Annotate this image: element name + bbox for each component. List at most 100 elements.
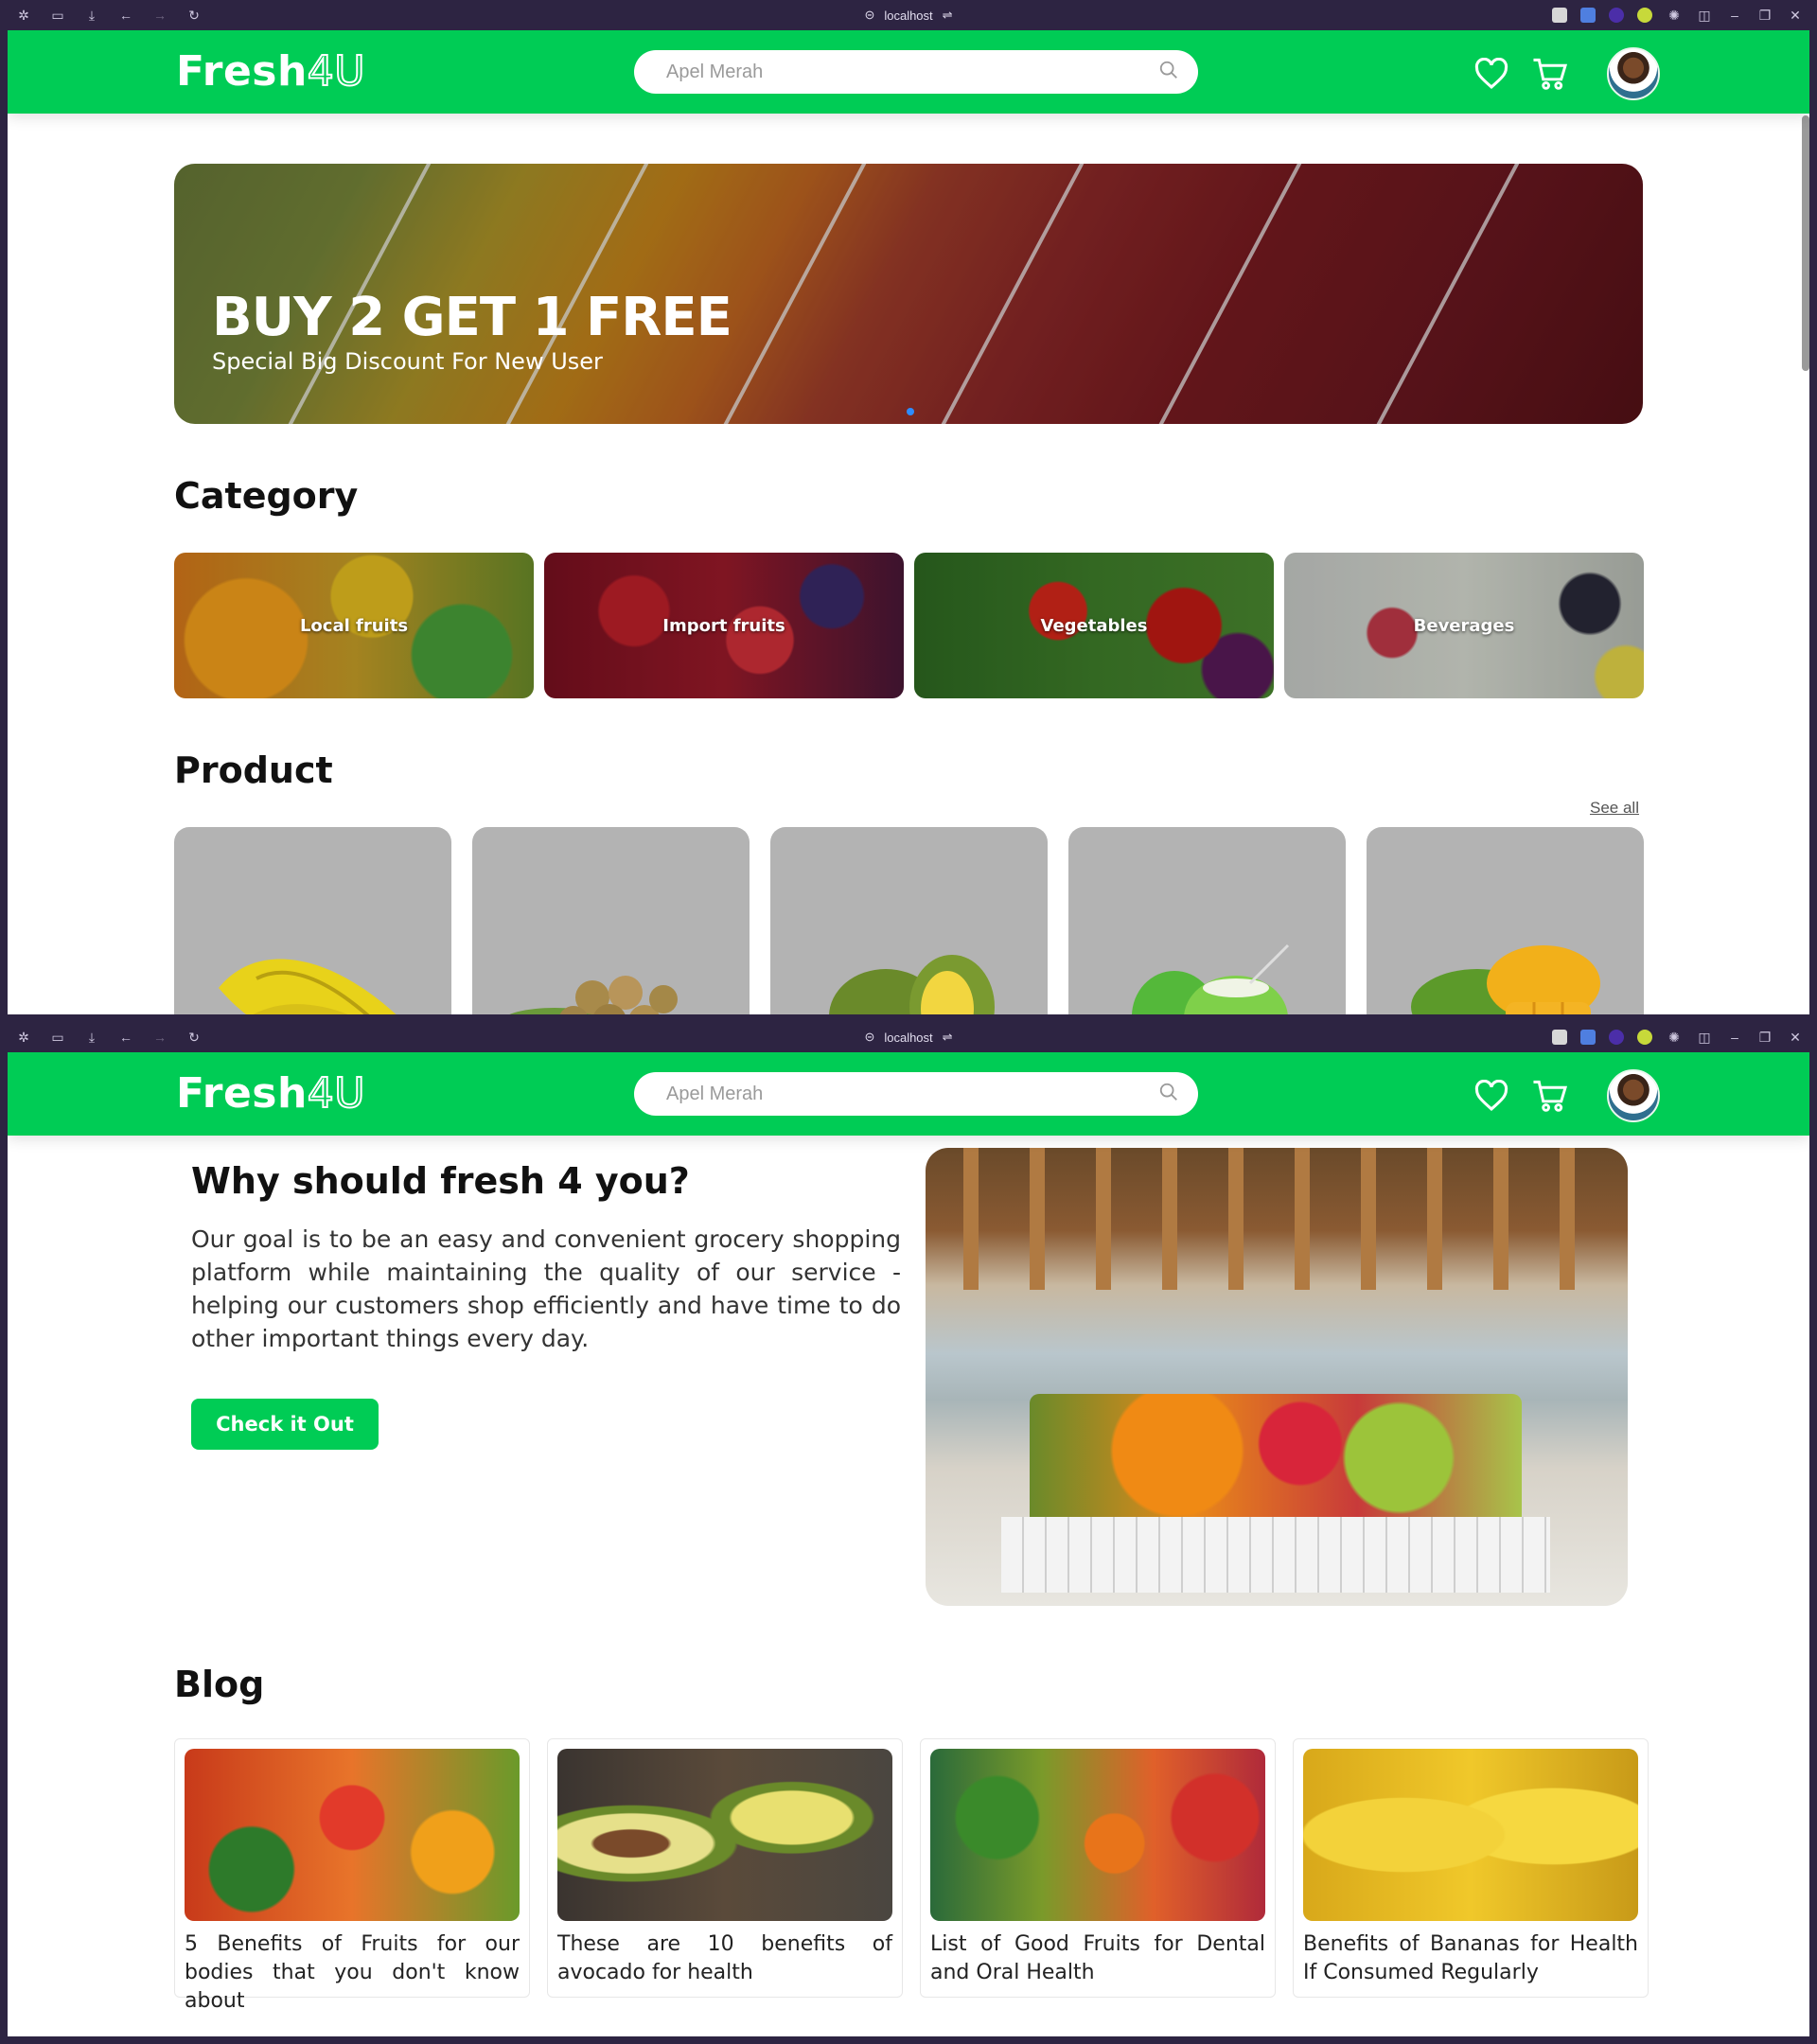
user-avatar[interactable] (1607, 47, 1660, 100)
cart-icon[interactable] (1531, 50, 1569, 97)
back-icon[interactable]: ← (117, 1029, 134, 1046)
browser-menu-icon[interactable]: ✲ (15, 7, 32, 24)
why-description: Our goal is to be an easy and convenient… (191, 1225, 901, 1352)
extensions-icon[interactable]: ✺ (1666, 7, 1683, 24)
reload-icon[interactable]: ↻ (185, 7, 203, 24)
extension-check-icon[interactable] (1637, 1030, 1652, 1045)
ceiling-beam (1427, 1148, 1442, 1290)
banner-subline: Special Big Discount For New User (212, 348, 603, 375)
category-card-vegetables[interactable]: Vegetables (914, 553, 1274, 698)
blog-card[interactable]: 5 Benefits of Fruits for our bodies that… (174, 1738, 530, 2013)
category-list: Local fruits Import fruits Vegetables Be… (174, 553, 1644, 698)
search-input[interactable] (666, 61, 1158, 83)
split-view-icon[interactable]: ◫ (1696, 7, 1713, 24)
site-logo[interactable]: Fresh4U (176, 1068, 366, 1119)
link-icon: ⊝ (864, 1030, 875, 1044)
download-icon[interactable]: ⤓ (83, 7, 100, 24)
mango-icon (1392, 931, 1619, 1014)
search-input[interactable] (666, 1083, 1158, 1105)
blog-card[interactable]: Benefits of Bananas for Health If Consum… (1293, 1738, 1649, 1998)
blog-card-title: Benefits of Bananas for Health If Consum… (1303, 1932, 1638, 1984)
site-logo[interactable]: Fresh4U (176, 46, 366, 97)
blog-card-title: 5 Benefits of Fruits for our bodies that… (185, 1932, 520, 2013)
product-list (174, 827, 1644, 1014)
category-label: Vegetables (1040, 615, 1148, 636)
site-settings-icon[interactable]: ⇌ (943, 1030, 953, 1045)
url-text: localhost (884, 8, 933, 23)
wishlist-heart-icon[interactable] (1473, 50, 1510, 97)
extensions-icon[interactable]: ✺ (1666, 1029, 1683, 1046)
extension-purple-icon[interactable] (1609, 8, 1624, 23)
blog-card[interactable]: List of Good Fruits for Dental and Oral … (920, 1738, 1276, 1998)
category-card-import-fruits[interactable]: Import fruits (544, 553, 904, 698)
ceiling-beam (1361, 1148, 1376, 1290)
site-settings-icon[interactable]: ⇌ (943, 8, 953, 23)
blog-thumbnail (1303, 1749, 1638, 1921)
logo-accent-text: 4U (307, 46, 366, 97)
category-label: Local fruits (299, 615, 409, 636)
page-viewport: Fresh4U Why should fresh 4 you? Our goal… (8, 1052, 1809, 2036)
category-card-local-fruits[interactable]: Local fruits (174, 553, 534, 698)
carousel-indicator[interactable] (907, 408, 914, 415)
durian-icon (796, 931, 1023, 1014)
cart-icon[interactable] (1531, 1072, 1569, 1119)
extension-notion-icon[interactable] (1552, 1030, 1567, 1045)
blog-thumbnail (557, 1749, 892, 1921)
supermarket-image (926, 1148, 1628, 1606)
product-card[interactable] (1068, 827, 1346, 1014)
restore-icon[interactable]: ❐ (1756, 7, 1773, 24)
close-icon[interactable]: ✕ (1787, 1029, 1804, 1046)
split-view-icon[interactable]: ◫ (1696, 1029, 1713, 1046)
forward-icon[interactable]: → (151, 1029, 168, 1046)
ceiling-beam (1096, 1148, 1111, 1290)
back-icon[interactable]: ← (117, 7, 134, 24)
product-card[interactable] (472, 827, 750, 1014)
blog-card[interactable]: These are 10 benefits of avocado for hea… (547, 1738, 903, 1998)
close-icon[interactable]: ✕ (1787, 7, 1804, 24)
restore-icon[interactable]: ❐ (1756, 1029, 1773, 1046)
sidebar-toggle-icon[interactable]: ▭ (49, 7, 66, 24)
ceiling-beam (1228, 1148, 1244, 1290)
why-title: Why should fresh 4 you? (191, 1160, 690, 1202)
extension-notion-icon[interactable] (1552, 8, 1567, 23)
ceiling-beam (1560, 1148, 1575, 1290)
category-card-beverages[interactable]: Beverages (1284, 553, 1644, 698)
address-bar[interactable]: ⊝ localhost ⇌ (864, 1030, 952, 1045)
minimize-icon[interactable]: – (1726, 7, 1743, 24)
search-icon[interactable] (1158, 1082, 1179, 1107)
logo-main-text: Fresh (176, 1069, 308, 1118)
ceiling-beam (1162, 1148, 1177, 1290)
link-icon: ⊝ (864, 8, 875, 22)
category-label: Import fruits (662, 615, 785, 636)
extension-docs-icon[interactable] (1580, 1030, 1596, 1045)
page-scrollbar[interactable] (1802, 115, 1809, 371)
product-card[interactable] (1367, 827, 1644, 1014)
address-bar[interactable]: ⊝ localhost ⇌ (864, 8, 952, 23)
browser-menu-icon[interactable]: ✲ (15, 1029, 32, 1046)
see-all-link[interactable]: See all (1590, 799, 1639, 818)
page-viewport: Fresh4U Apel Merah BUY 2 GET 1 FREE Spec… (8, 30, 1809, 1014)
site-header: Fresh4U (8, 30, 1809, 114)
product-card[interactable] (770, 827, 1048, 1014)
minimize-icon[interactable]: – (1726, 1029, 1743, 1046)
download-icon[interactable]: ⤓ (83, 1029, 100, 1046)
product-title: Product (174, 749, 333, 791)
ceiling-beam (1493, 1148, 1508, 1290)
search-icon[interactable] (1158, 60, 1179, 85)
wishlist-heart-icon[interactable] (1473, 1072, 1510, 1119)
extension-check-icon[interactable] (1637, 8, 1652, 23)
promo-banner[interactable]: BUY 2 GET 1 FREE Special Big Discount Fo… (174, 164, 1643, 424)
extension-docs-icon[interactable] (1580, 8, 1596, 23)
blog-thumbnail (930, 1749, 1265, 1921)
check-it-out-button[interactable]: Check it Out (191, 1399, 379, 1450)
extension-purple-icon[interactable] (1609, 1030, 1624, 1045)
logo-main-text: Fresh (176, 47, 308, 96)
forward-icon[interactable]: → (151, 7, 168, 24)
search-bar (634, 50, 1198, 94)
user-avatar[interactable] (1607, 1069, 1660, 1122)
blog-title: Blog (174, 1664, 265, 1705)
sidebar-toggle-icon[interactable]: ▭ (49, 1029, 66, 1046)
product-card[interactable] (174, 827, 451, 1014)
reload-icon[interactable]: ↻ (185, 1029, 203, 1046)
fruit-display-counter (1030, 1394, 1522, 1536)
